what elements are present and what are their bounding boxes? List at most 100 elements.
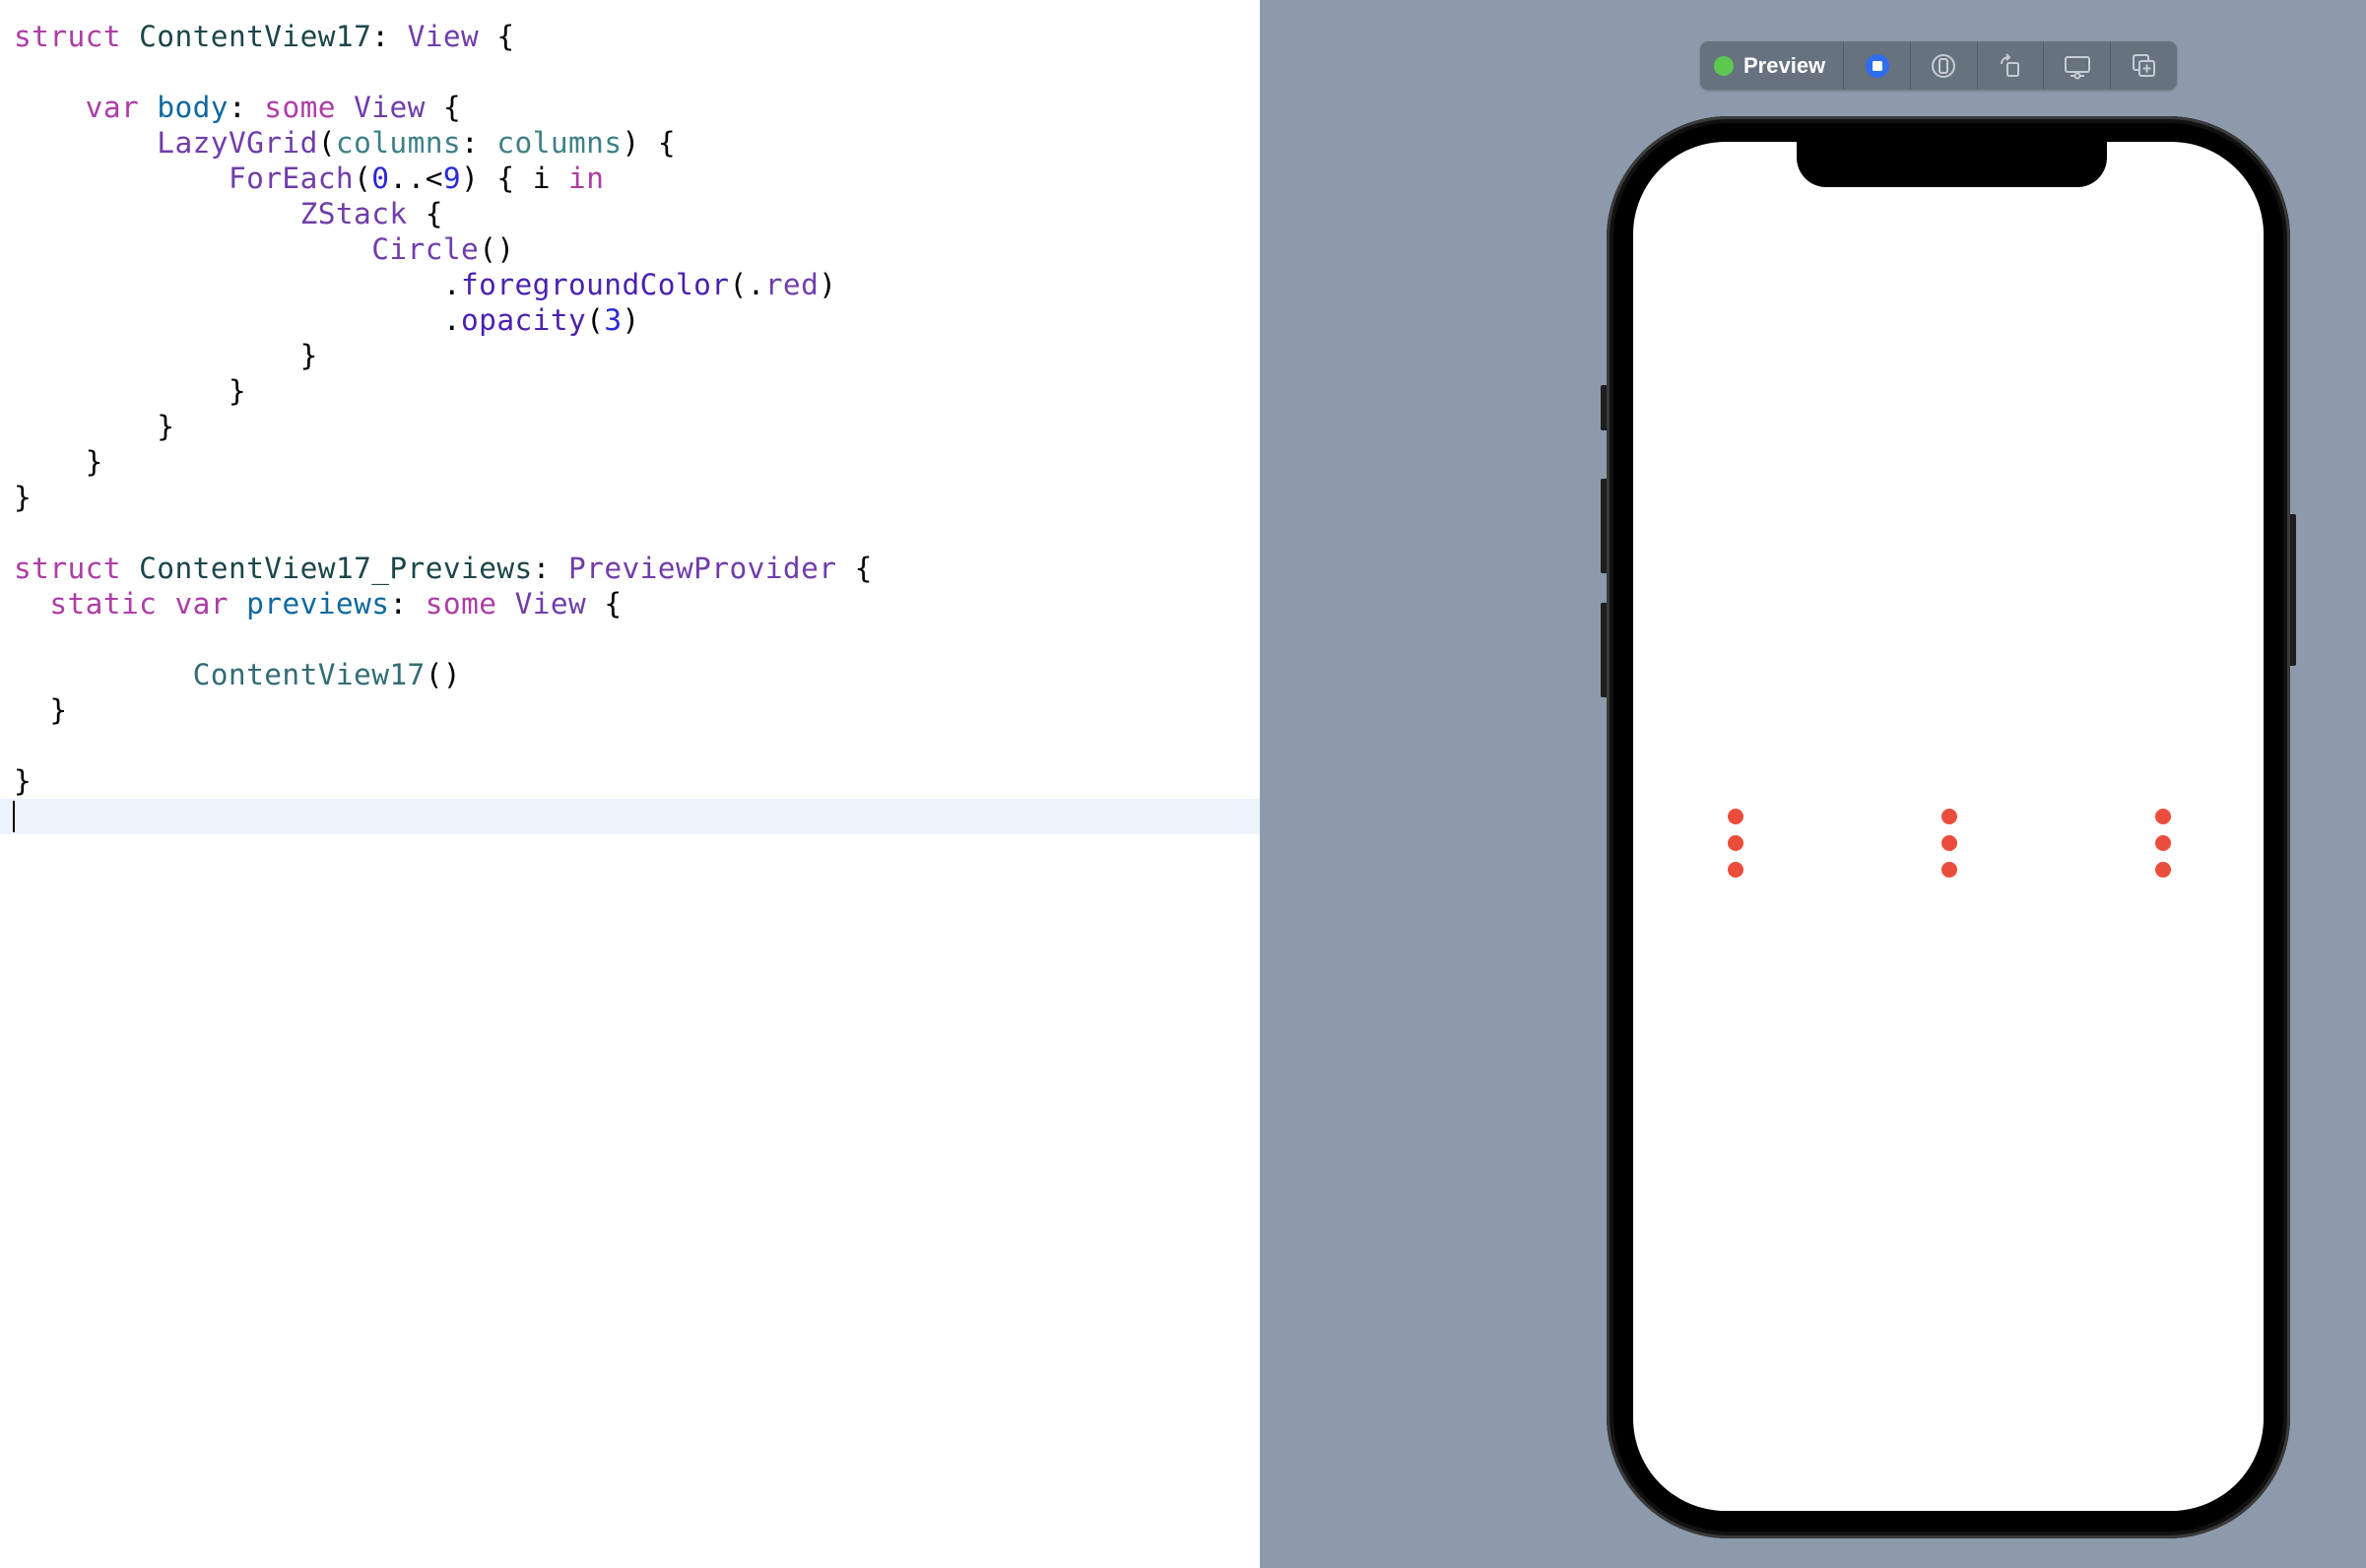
code-token: ContentView17 [139,20,372,53]
code-token: } [14,481,33,514]
code-line: } [14,763,32,799]
red-circle [1728,862,1743,878]
red-circle [1728,835,1743,851]
preview-live-indicator[interactable]: Preview [1700,41,1845,90]
code-token: some [425,587,497,621]
code-token: . [14,268,462,301]
code-token: ( [354,162,372,195]
red-circle [1941,835,1957,851]
iphone-device-frame [1601,116,2296,1538]
code-token: { [425,91,462,124]
code-line: .opacity(3) [14,302,640,338]
code-line: } [14,338,318,373]
code-token: ) [622,303,640,337]
code-token: } [14,339,318,372]
stop-preview-button[interactable] [1844,41,1911,90]
code-token: ..< [389,162,443,195]
live-status-dot [1714,55,1734,76]
code-token: PreviewProvider [568,552,837,585]
code-line: Circle() [14,231,515,267]
code-token: struct [14,552,121,585]
code-token: columns [496,126,623,160]
code-token: : [228,91,265,124]
text-cursor [13,801,15,832]
code-token: ) [819,268,837,301]
code-line: } [14,409,174,444]
code-token: ContentView17_Previews [139,552,533,585]
code-line: ZStack { [14,196,443,231]
code-line: } [14,373,246,409]
code-token: } [14,445,103,479]
stop-preview-icon [1865,53,1889,78]
code-token: } [14,764,33,798]
code-token: red [764,268,820,301]
code-token: () [425,658,462,691]
code-token: ForEach [228,162,355,195]
code-token: var [174,587,229,621]
preview-canvas[interactable]: Preview [1260,0,2366,1568]
code-line: struct ContentView17_Previews: PreviewPr… [14,551,873,586]
code-line: ContentView17() [14,657,461,692]
code-token: in [568,162,605,195]
code-token: () [479,232,515,266]
code-token: View [407,20,480,53]
code-line: } [14,444,103,480]
device-settings-icon [2064,55,2090,79]
code-token: ) { [622,126,676,160]
rotate-device-button[interactable] [1978,41,2045,90]
code-token: ( [586,303,605,337]
code-line: } [14,692,67,728]
red-circle [1728,809,1743,824]
duplicate-preview-icon [2132,53,2155,77]
code-editor[interactable]: struct ContentView17: View { var body: s… [0,0,1260,1568]
code-line: static var previews: some View { [14,586,623,621]
device-screen[interactable] [1633,142,2264,1511]
code-token: body [157,91,229,124]
code-token: previews [246,587,390,621]
code-token: : [461,126,497,160]
code-token: { [836,552,873,585]
red-circle [1941,809,1957,824]
code-token: { [407,197,443,230]
code-token: var [85,91,140,124]
duplicate-preview-button[interactable] [2111,41,2177,90]
red-circle [2155,809,2171,824]
code-token: View [514,587,587,621]
code-token: 3 [604,303,623,337]
code-token: } [14,410,175,443]
code-line: LazyVGrid(columns: columns) { [14,125,676,161]
code-line: var body: some View { [14,90,461,125]
code-token: } [14,374,247,408]
code-line: } [14,480,32,515]
live-preview-button[interactable] [1911,41,1978,90]
code-token: . [14,303,462,337]
device-settings-button[interactable] [2044,41,2112,90]
code-token: struct [14,20,121,53]
code-token: : [532,552,568,585]
code-token: foregroundColor [461,268,730,301]
code-token: ContentView17 [192,658,426,691]
code-token: (. [729,268,765,301]
lazy-vgrid [1633,142,2264,1511]
code-token: static [49,587,158,621]
code-token: : [389,587,426,621]
code-line: .foregroundColor(.red) [14,267,836,302]
code-token: columns [335,126,462,160]
code-line: ForEach(0..<9) { i in [14,161,604,196]
code-token: { [586,587,623,621]
code-token: View [354,91,426,124]
preview-toolbar: Preview [1700,41,2177,90]
red-circle [1941,862,1957,878]
code-token: { [479,20,515,53]
